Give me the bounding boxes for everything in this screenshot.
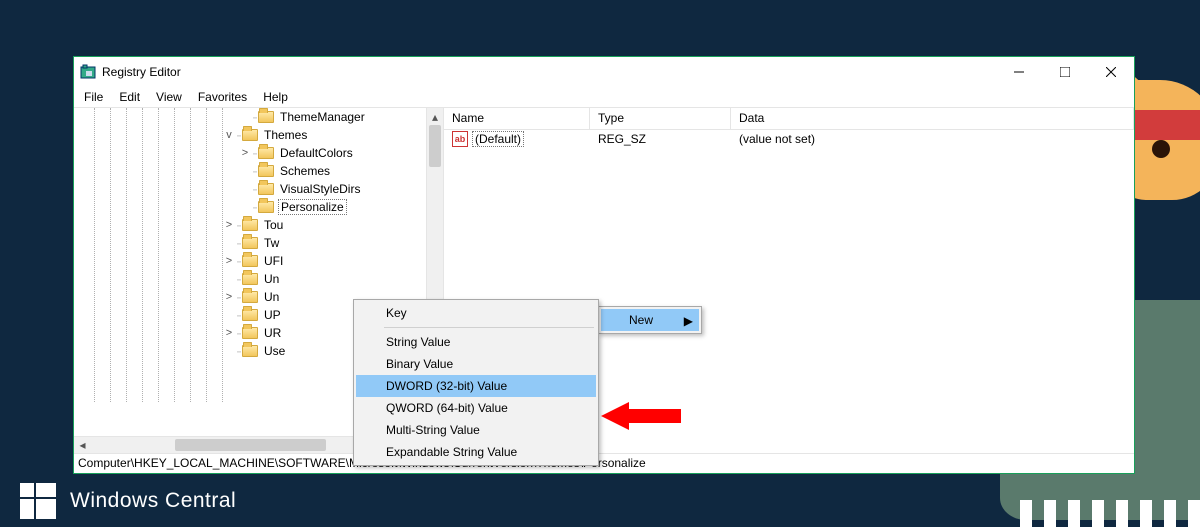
context-menu-item-label: Binary Value [386, 357, 453, 371]
column-header-type[interactable]: Type [590, 108, 731, 129]
tree-node[interactable]: ··Un [74, 270, 443, 288]
context-menu-item-label: Multi-String Value [386, 423, 480, 437]
reg-string-icon: ab [452, 131, 468, 147]
tree-node-label: ThemeManager [278, 110, 367, 124]
value-name: (Default) [472, 131, 524, 147]
folder-icon [242, 219, 258, 231]
menu-file[interactable]: File [78, 88, 109, 106]
scroll-left-button[interactable]: ◂ [74, 437, 91, 453]
list-row[interactable]: ab(Default) REG_SZ(value not set) [444, 130, 1134, 148]
tree-node-label: Un [262, 272, 281, 286]
tree-node[interactable]: >··UFI [74, 252, 443, 270]
title-bar[interactable]: Registry Editor [74, 57, 1134, 87]
expand-icon[interactable]: > [222, 255, 236, 267]
registry-editor-window: Registry Editor File Edit View Favorites… [73, 56, 1135, 474]
menu-favorites[interactable]: Favorites [192, 88, 253, 106]
context-menu-item-label: New [629, 313, 653, 327]
watermark: Windows Central [20, 483, 236, 519]
menu-bar: File Edit View Favorites Help [74, 87, 1134, 107]
context-menu-item-label: QWORD (64-bit) Value [386, 401, 508, 415]
status-bar: Computer\HKEY_LOCAL_MACHINE\SOFTWARE\Mic… [74, 453, 1134, 473]
expand-icon[interactable]: > [222, 291, 236, 303]
context-menu-item-label: Expandable String Value [386, 445, 517, 459]
watermark-text: Windows Central [70, 489, 236, 513]
tree-node[interactable]: ··VisualStyleDirs [74, 180, 443, 198]
tree-node[interactable]: ··Schemes [74, 162, 443, 180]
menu-edit[interactable]: Edit [113, 88, 146, 106]
expand-icon[interactable]: > [238, 147, 252, 159]
expand-icon[interactable]: > [222, 327, 236, 339]
windows-logo-icon [20, 483, 56, 519]
tree-node-label: UP [262, 308, 283, 322]
context-menu-item[interactable]: String Value [356, 331, 596, 353]
collapse-icon[interactable]: v [222, 129, 236, 141]
tree-node-label: VisualStyleDirs [278, 182, 362, 196]
folder-icon [258, 183, 274, 195]
tree-node[interactable]: v··Themes [74, 126, 443, 144]
expand-icon[interactable]: > [222, 219, 236, 231]
folder-icon [242, 255, 258, 267]
context-menu-item[interactable]: Key [356, 302, 596, 324]
context-menu: New ▶ [598, 306, 702, 334]
tree-node-label: Un [262, 290, 281, 304]
tree-node-label: UR [262, 326, 283, 340]
context-menu-new-submenu: Key String Value Binary Value DWORD (32-bit… [353, 299, 599, 466]
list-header: Name Type Data [444, 108, 1134, 130]
folder-icon [242, 273, 258, 285]
folder-icon [242, 309, 258, 321]
context-menu-item-label: Key [386, 306, 407, 320]
close-button[interactable] [1088, 57, 1134, 87]
menu-help[interactable]: Help [257, 88, 294, 106]
value-type: REG_SZ [590, 131, 731, 147]
folder-icon [258, 201, 274, 213]
tree-node-label: UFI [262, 254, 285, 268]
menu-separator [384, 327, 594, 328]
context-menu-item[interactable]: Binary Value [356, 353, 596, 375]
submenu-arrow-icon: ▶ [684, 314, 693, 328]
folder-icon [242, 129, 258, 141]
maximize-button[interactable] [1042, 57, 1088, 87]
column-header-data[interactable]: Data [731, 108, 1134, 129]
column-header-name[interactable]: Name [444, 108, 590, 129]
context-menu-item[interactable]: Expandable String Value [356, 441, 596, 463]
folder-icon [242, 327, 258, 339]
folder-icon [258, 111, 274, 123]
hscroll-thumb[interactable] [175, 439, 326, 451]
value-data: (value not set) [731, 131, 1134, 147]
regedit-icon [80, 64, 96, 80]
folder-icon [242, 291, 258, 303]
tree-node-label: Use [262, 344, 287, 358]
tree-node[interactable]: ··Personalize [74, 198, 443, 216]
scroll-thumb[interactable] [429, 125, 441, 167]
tree-node-label: Tou [262, 218, 285, 232]
annotation-arrow-icon [601, 400, 681, 432]
window-title: Registry Editor [102, 65, 996, 79]
context-menu-item-label: String Value [386, 335, 450, 349]
scroll-up-button[interactable]: ▴ [427, 108, 443, 125]
tree-node[interactable]: >··DefaultColors [74, 144, 443, 162]
folder-icon [242, 237, 258, 249]
tree-node[interactable]: ··Tw [74, 234, 443, 252]
tree-node-label: Schemes [278, 164, 332, 178]
context-menu-item[interactable]: Multi-String Value [356, 419, 596, 441]
context-menu-item[interactable]: DWORD (32-bit) Value [356, 375, 596, 397]
folder-icon [258, 165, 274, 177]
folder-icon [258, 147, 274, 159]
tree-node-label: Personalize [278, 199, 347, 215]
context-menu-item[interactable]: QWORD (64-bit) Value [356, 397, 596, 419]
menu-view[interactable]: View [150, 88, 188, 106]
tree-node-label: Themes [262, 128, 309, 142]
folder-icon [242, 345, 258, 357]
tree-node-label: Tw [262, 236, 281, 250]
tree-node-label: DefaultColors [278, 146, 355, 160]
tree-node[interactable]: >··Tou [74, 216, 443, 234]
context-menu-item-new[interactable]: New ▶ [601, 309, 699, 331]
tree-node[interactable]: ··ThemeManager [74, 108, 443, 126]
minimize-button[interactable] [996, 57, 1042, 87]
context-menu-item-label: DWORD (32-bit) Value [386, 379, 507, 393]
